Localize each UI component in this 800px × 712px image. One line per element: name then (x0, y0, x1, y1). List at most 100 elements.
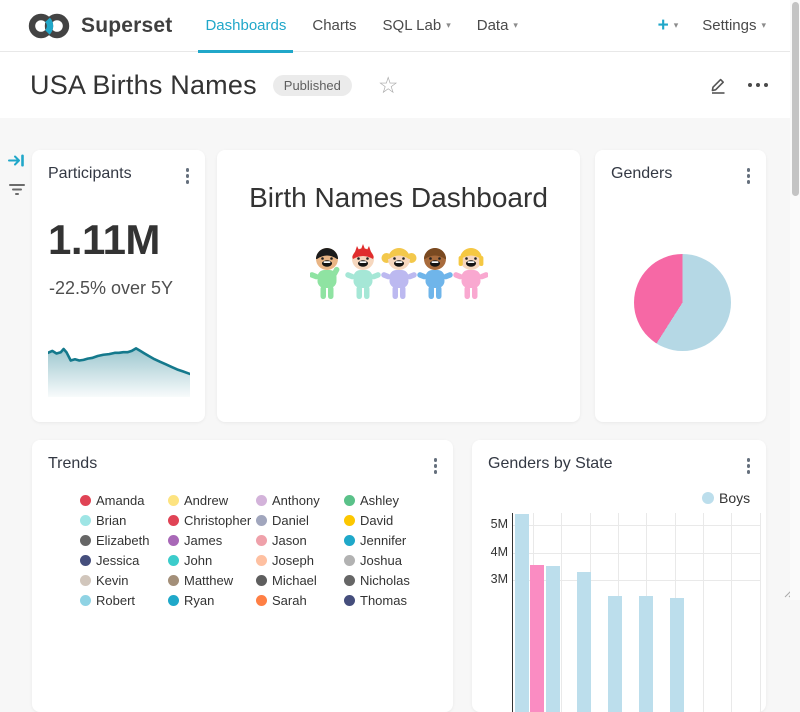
legend-item-jason[interactable]: Jason (256, 533, 344, 548)
top-navbar: Superset DashboardsChartsSQL Lab▾Data▾ +… (0, 0, 800, 52)
legend-item-james[interactable]: James (168, 533, 256, 548)
legend-item-christopher[interactable]: Christopher (168, 513, 256, 528)
legend-dot-icon (256, 575, 267, 586)
superset-infinity-icon (28, 11, 72, 41)
nav-item-label: SQL Lab (383, 17, 442, 34)
legend-dot-icon (344, 595, 355, 606)
genders-card: Genders (595, 150, 766, 422)
legend-dot-icon (256, 495, 267, 506)
legend-label: Brian (96, 513, 126, 528)
nav-item-label: Data (477, 17, 509, 34)
scrollbar-thumb[interactable] (792, 2, 799, 196)
legend-dot-icon (344, 575, 355, 586)
favorite-star-icon[interactable]: ☆ (378, 74, 399, 97)
chevron-down-icon: ▾ (446, 21, 451, 30)
gridline (561, 513, 562, 712)
legend-item-amanda[interactable]: Amanda (80, 493, 168, 508)
boys-bar[interactable] (608, 596, 622, 712)
y-axis-tick-label: 5M (476, 517, 508, 531)
legend-item-john[interactable]: John (168, 553, 256, 568)
legend-dot-icon (344, 495, 355, 506)
new-item-button[interactable]: + ▾ (658, 16, 679, 35)
legend-dot-icon (256, 595, 267, 606)
girls-bar[interactable] (530, 565, 544, 712)
legend-item-jessica[interactable]: Jessica (80, 553, 168, 568)
dashboard-title: USA Births Names (30, 70, 257, 101)
legend-dot-icon (80, 575, 91, 586)
legend-label: Ryan (184, 593, 214, 608)
legend-item-robert[interactable]: Robert (80, 593, 168, 608)
legend-dot-icon (80, 555, 91, 566)
legend-item-michael[interactable]: Michael (256, 573, 344, 588)
nav-item-label: Dashboards (205, 17, 286, 34)
superset-logo[interactable]: Superset (28, 11, 172, 41)
legend-dot-icon (344, 515, 355, 526)
trendline-area-chart (48, 333, 190, 397)
legend-dot-icon (256, 555, 267, 566)
more-actions-icon[interactable] (748, 83, 768, 87)
genders-by-state-card: Genders by State Boys 5M4M3M (472, 440, 766, 712)
legend-dot-icon (344, 535, 355, 546)
expand-filter-bar-icon[interactable] (8, 152, 26, 169)
chevron-down-icon: ▾ (674, 21, 679, 30)
boys-bar[interactable] (639, 596, 653, 712)
nav-item-sql-lab[interactable]: SQL Lab ▾ (370, 0, 464, 52)
legend-dot-icon (168, 555, 179, 566)
gridline (760, 513, 761, 712)
legend-item-anthony[interactable]: Anthony (256, 493, 344, 508)
brand-name: Superset (81, 14, 172, 38)
chart-title: Participants (48, 165, 132, 183)
legend-dot-icon (168, 535, 179, 546)
legend-item-sarah[interactable]: Sarah (256, 593, 344, 608)
legend-label: Andrew (184, 493, 228, 508)
boys-bar[interactable] (670, 598, 684, 712)
legend-item-joshua[interactable]: Joshua (344, 553, 432, 568)
nav-item-data[interactable]: Data▾ (464, 0, 531, 52)
chart-options-icon[interactable] (745, 166, 753, 186)
legend-dot-icon (168, 595, 179, 606)
settings-menu[interactable]: Settings ▾ (702, 17, 766, 34)
legend-item-brian[interactable]: Brian (80, 513, 168, 528)
legend-item-david[interactable]: David (344, 513, 432, 528)
legend-item-nicholas[interactable]: Nicholas (344, 573, 432, 588)
legend-item-joseph[interactable]: Joseph (256, 553, 344, 568)
legend-label: Jason (272, 533, 307, 548)
gridline (731, 513, 732, 712)
settings-label: Settings (702, 17, 756, 34)
legend-item-thomas[interactable]: Thomas (344, 593, 432, 608)
legend-dot-icon (344, 555, 355, 566)
legend-dot-icon (256, 515, 267, 526)
legend-item-elizabeth[interactable]: Elizabeth (80, 533, 168, 548)
legend-dot-icon (80, 495, 91, 506)
filter-list-icon[interactable] (8, 183, 26, 197)
legend-label: Joseph (272, 553, 314, 568)
legend-item-matthew[interactable]: Matthew (168, 573, 256, 588)
legend-item-jennifer[interactable]: Jennifer (344, 533, 432, 548)
legend-label: James (184, 533, 222, 548)
legend-label: Kevin (96, 573, 129, 588)
legend-label: Michael (272, 573, 317, 588)
legend-item-kevin[interactable]: Kevin (80, 573, 168, 588)
boys-bar[interactable] (546, 566, 560, 712)
legend-item-andrew[interactable]: Andrew (168, 493, 256, 508)
genders-pie-chart[interactable] (634, 254, 731, 351)
legend-dot-icon (256, 535, 267, 546)
boys-bar[interactable] (515, 514, 529, 712)
legend-label: Robert (96, 593, 135, 608)
nav-item-dashboards[interactable]: Dashboards (192, 0, 299, 52)
dashboard-header: USA Births Names Published ☆ (0, 52, 800, 118)
gridline (512, 553, 760, 554)
chart-options-icon[interactable] (184, 166, 192, 186)
legend-item-daniel[interactable]: Daniel (256, 513, 344, 528)
edit-pencil-icon[interactable] (708, 75, 728, 95)
y-axis-line (512, 513, 513, 712)
chart-options-icon[interactable] (432, 456, 440, 476)
legend-label: Anthony (272, 493, 320, 508)
nav-item-label: Charts (312, 17, 356, 34)
legend-item-ashley[interactable]: Ashley (344, 493, 432, 508)
published-badge[interactable]: Published (273, 75, 352, 96)
boys-bar[interactable] (577, 572, 591, 712)
legend-item-ryan[interactable]: Ryan (168, 593, 256, 608)
legend-label: Elizabeth (96, 533, 149, 548)
nav-item-charts[interactable]: Charts (299, 0, 369, 52)
